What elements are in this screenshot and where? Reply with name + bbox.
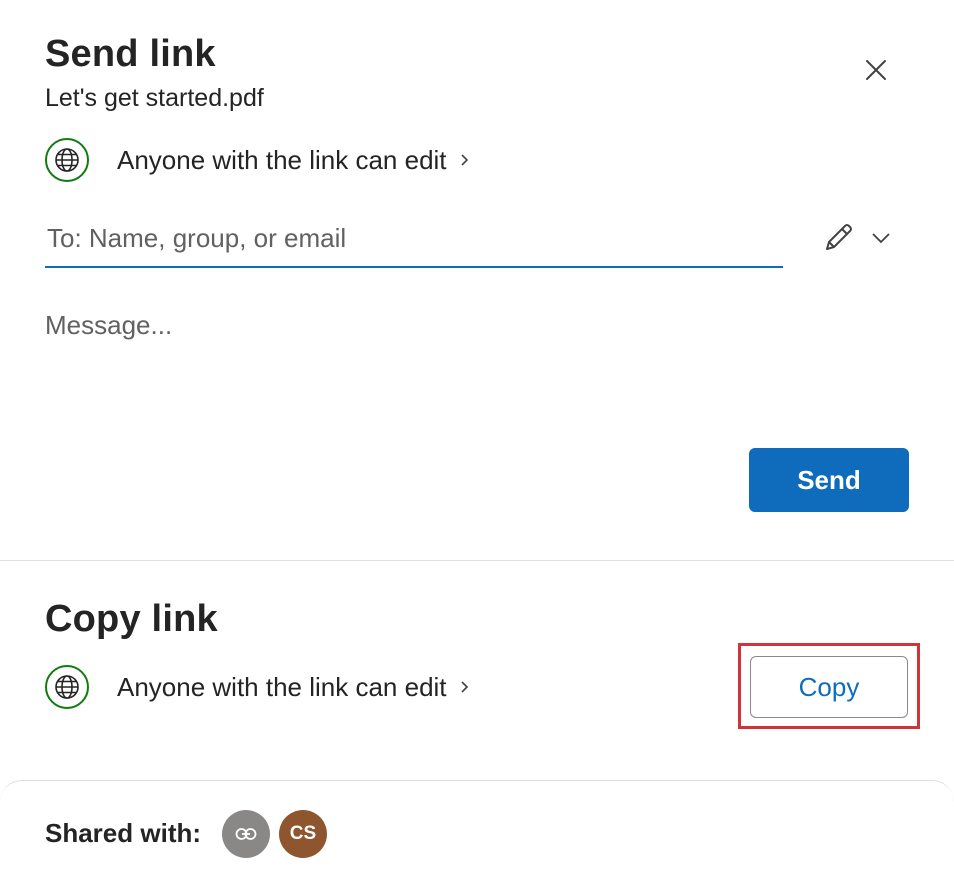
recipient-input[interactable] [45, 210, 783, 268]
globe-icon [45, 665, 89, 709]
recipient-field-wrapper [45, 210, 783, 268]
send-link-title: Send link [45, 33, 216, 75]
link-icon [235, 828, 257, 840]
chevron-right-icon [459, 153, 469, 167]
file-name: Let's get started.pdf [45, 84, 264, 112]
permission-dropdown-button[interactable] [866, 222, 896, 254]
send-button[interactable]: Send [749, 448, 909, 512]
edit-permission-button[interactable] [818, 218, 858, 258]
shared-with-label: Shared with: [45, 818, 202, 848]
close-button[interactable] [858, 52, 894, 88]
shared-link-avatar[interactable] [222, 810, 270, 858]
copy-permission-label: Anyone with the link can edit [117, 671, 447, 702]
send-permission-label: Anyone with the link can edit [117, 144, 447, 175]
copy-link-title: Copy link [45, 598, 218, 640]
copy-permission-button[interactable]: Anyone with the link can edit [45, 665, 469, 709]
globe-icon [45, 138, 89, 182]
chevron-down-icon [872, 233, 890, 244]
message-input[interactable] [45, 310, 785, 420]
section-divider [0, 560, 954, 561]
message-wrapper [45, 310, 785, 425]
copy-button[interactable]: Copy [750, 656, 908, 718]
pencil-icon [826, 224, 852, 250]
send-permission-button[interactable]: Anyone with the link can edit [45, 138, 469, 182]
user-avatar-cs[interactable]: CS [279, 810, 327, 858]
close-icon [866, 60, 886, 80]
chevron-right-icon [459, 680, 469, 694]
